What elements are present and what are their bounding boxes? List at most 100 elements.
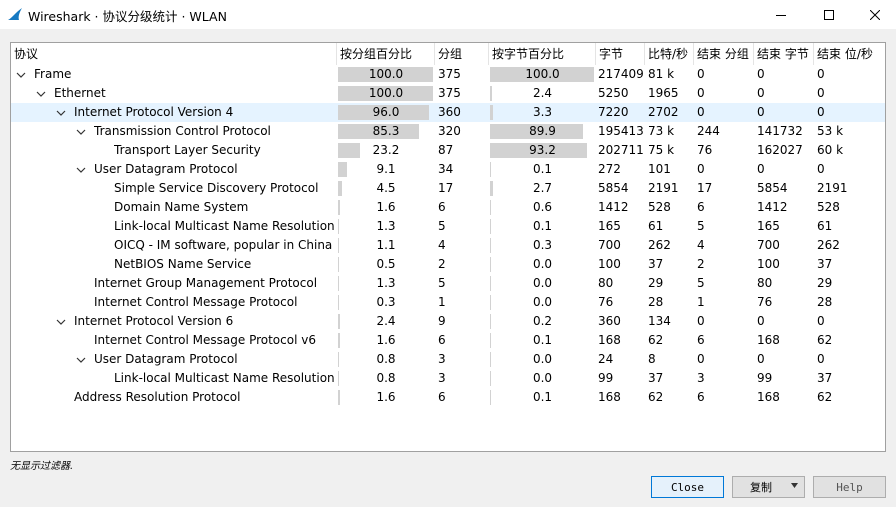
column-divider[interactable] [336,43,337,65]
tree-row[interactable]: Internet Protocol Version 4 96.0 360 3.3 722… [11,103,885,122]
cell-bytes: 7220 [598,105,629,119]
cell-pkt-pct: 4.5 [376,181,396,195]
cell-bits-per-sec: 2702 [648,105,679,119]
cell-byte-pct: 89.9 [529,124,556,138]
column-header-protocol[interactable]: 协议 [11,43,337,65]
column-header-byte-pct[interactable]: 按字节百分比 [489,43,596,65]
help-button[interactable]: Help [813,476,886,498]
tree-row[interactable]: User Datagram Protocol 9.1 34 0.1 272 101 0 0 0 [11,160,885,179]
cell-bits-per-sec: 37 [648,371,664,385]
cell-pkt-pct: 23.2 [372,143,400,157]
minimize-button[interactable] [758,0,804,29]
window-close-button[interactable] [852,0,896,29]
copy-button[interactable]: 复制 [732,476,805,498]
cell-end-bits-per-sec: 62 [817,333,833,347]
cell-byte-pct: 0.0 [532,352,553,366]
cell-bits-per-sec: 73 k [648,124,675,138]
cell-bits-per-sec: 61 [648,219,664,233]
tree-row[interactable]: Internet Control Message Protocol v6 1.6 6… [11,331,885,350]
tree-row[interactable]: Ethernet 100.0 375 2.4 5250 1965 0 0 0 [11,84,885,103]
cell-bytes: 1412 [598,200,629,214]
column-divider[interactable] [693,43,694,65]
cell-pkt-pct: 0.5 [376,257,396,271]
cell-byte-pct: 0.1 [532,162,553,176]
cell-end-bytes: 99 [757,371,773,385]
column-header-end-bytes[interactable]: 结束 字节 [754,43,814,65]
cell-packets: 320 [438,124,461,138]
protocol-name: NetBIOS Name Service [114,257,252,271]
cell-end-packets: 0 [697,67,705,81]
column-header-packets[interactable]: 分组 [435,43,489,65]
tree-row[interactable]: NetBIOS Name Service 0.5 2 0.0 100 37 2 100 37 [11,255,885,274]
cell-bytes: 168 [598,333,621,347]
cell-byte-pct: 0.0 [532,257,553,271]
protocol-name: User Datagram Protocol [94,162,238,176]
cell-byte-pct: 0.3 [532,238,553,252]
cell-end-packets: 244 [697,124,720,138]
column-divider[interactable] [753,43,754,65]
tree-row[interactable]: Transport Layer Security 23.2 87 93.2 202711… [11,141,885,160]
protocol-name: Simple Service Discovery Protocol [114,181,319,195]
cell-packets: 1 [438,295,446,309]
chevron-down-icon[interactable] [16,70,26,80]
tree-row[interactable]: Internet Protocol Version 6 2.4 9 0.2 360 134… [11,312,885,331]
cell-end-bytes: 76 [757,295,773,309]
tree-row[interactable]: Internet Control Message Protocol 0.3 1 0.0… [11,293,885,312]
column-header-end-packets[interactable]: 结束 分组 [694,43,754,65]
protocol-name: Link-local Multicast Name Resolution [114,219,335,233]
cell-bytes: 5250 [598,86,629,100]
cell-end-packets: 6 [697,200,705,214]
cell-packets: 6 [438,333,446,347]
close-button[interactable]: Close [651,476,724,498]
cell-end-bits-per-sec: 28 [817,295,833,309]
cell-end-bits-per-sec: 37 [817,257,833,271]
column-divider[interactable] [488,43,489,65]
cell-pkt-pct: 1.6 [376,390,396,404]
protocol-name: Internet Protocol Version 6 [74,314,234,328]
protocol-hierarchy-tree[interactable]: 协议 按分组百分比 分组 按字节百分比 字节 比特/秒 结束 分组 结束 字节 结束 位/秒 F… [10,42,886,452]
tree-row[interactable]: Domain Name System 1.6 6 0.6 1412 528 6 1412 528 [11,198,885,217]
cell-pkt-pct: 2.4 [376,314,396,328]
chevron-down-icon[interactable] [76,355,86,365]
cell-bits-per-sec: 1965 [648,86,679,100]
cell-end-bytes: 0 [757,67,765,81]
chevron-down-icon[interactable] [76,127,86,137]
cell-end-bits-per-sec: 37 [817,371,833,385]
tree-row[interactable]: Link-local Multicast Name Resolution 1.3 5… [11,217,885,236]
cell-bytes: 165 [598,219,621,233]
column-header-pkt-pct[interactable]: 按分组百分比 [337,43,435,65]
tree-row[interactable]: Link-local Multicast Name Resolution 0.8 3… [11,369,885,388]
column-header-bits-per-sec[interactable]: 比特/秒 [645,43,694,65]
column-divider[interactable] [434,43,435,65]
cell-bits-per-sec: 134 [648,314,671,328]
cell-pkt-pct: 0.8 [376,352,396,366]
cell-byte-pct: 0.1 [532,390,553,404]
tree-row[interactable]: OICQ - IM software, popular in China 1.1 4… [11,236,885,255]
cell-end-bytes: 0 [757,352,765,366]
column-divider[interactable] [595,43,596,65]
maximize-button[interactable] [806,0,852,29]
cell-end-bits-per-sec: 528 [817,200,840,214]
column-divider[interactable] [813,43,814,65]
cell-end-packets: 0 [697,314,705,328]
chevron-down-icon[interactable] [76,165,86,175]
column-header-bytes[interactable]: 字节 [596,43,645,65]
cell-byte-pct: 0.1 [532,333,553,347]
cell-bytes: 700 [598,238,621,252]
cell-pkt-pct: 0.3 [376,295,396,309]
chevron-down-icon[interactable] [36,89,46,99]
tree-row[interactable]: Address Resolution Protocol 1.6 6 0.1 168 62 6… [11,388,885,407]
tree-row[interactable]: User Datagram Protocol 0.8 3 0.0 24 8 0 0 0 [11,350,885,369]
tree-row[interactable]: Simple Service Discovery Protocol 4.5 17 2.… [11,179,885,198]
chevron-down-icon[interactable] [56,317,66,327]
cell-bytes: 100 [598,257,621,271]
column-header-end-bits-per-sec[interactable]: 结束 位/秒 [814,43,885,65]
cell-pkt-pct: 100.0 [368,67,404,81]
cell-packets: 5 [438,276,446,290]
column-divider[interactable] [644,43,645,65]
tree-row[interactable]: Transmission Control Protocol 85.3 320 89.9… [11,122,885,141]
chevron-down-icon[interactable] [56,108,66,118]
cell-end-bytes: 0 [757,86,765,100]
tree-row[interactable]: Internet Group Management Protocol 1.3 5 0.… [11,274,885,293]
tree-row[interactable]: Frame 100.0 375 100.0 217409 81 k 0 0 0 [11,65,885,84]
